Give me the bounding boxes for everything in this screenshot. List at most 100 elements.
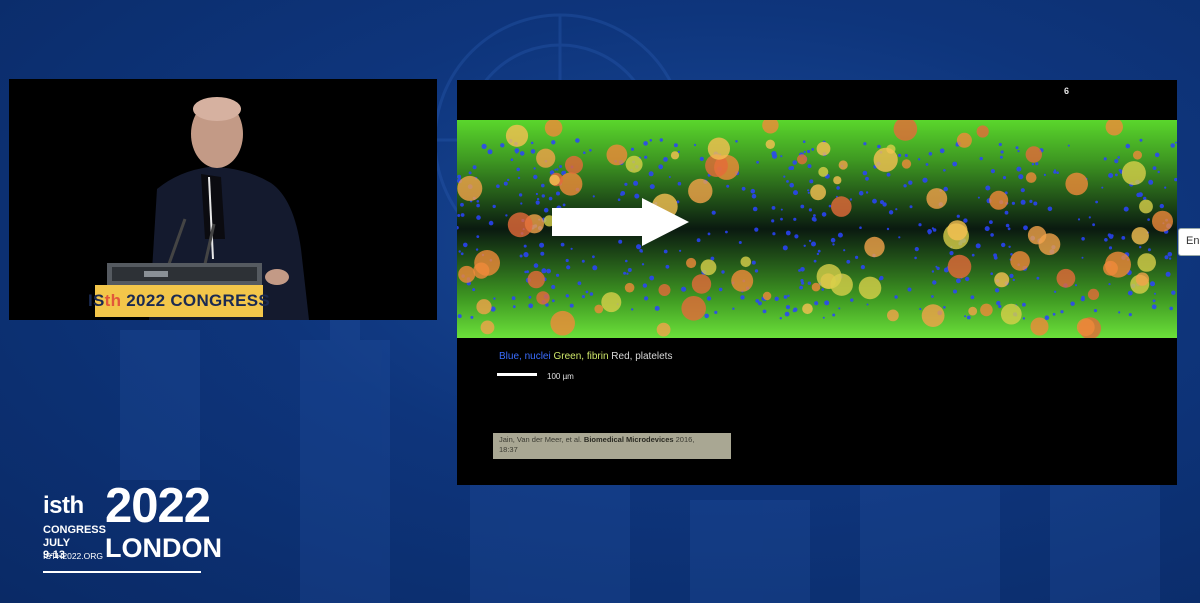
microscopy-image	[457, 120, 1177, 338]
nucleus-dot	[1011, 201, 1016, 205]
nucleus-dot	[1152, 166, 1157, 170]
nucleus-dot	[863, 142, 867, 146]
nucleus-dot	[811, 148, 815, 151]
nucleus-dot	[813, 214, 816, 217]
speaker-video-feed: IS th 2022 CONGRESS	[9, 79, 437, 320]
nucleus-dot	[830, 237, 836, 243]
nucleus-dot	[1157, 170, 1160, 174]
nucleus-dot	[668, 176, 671, 178]
platelet-aggregate	[565, 155, 583, 174]
nucleus-dot	[589, 149, 592, 152]
nucleus-dot	[626, 272, 629, 275]
nucleus-dot	[750, 188, 756, 194]
nucleus-dot	[577, 281, 582, 286]
nucleus-dot	[846, 259, 851, 264]
nucleus-dot	[965, 276, 970, 282]
nucleus-dot	[953, 289, 957, 294]
nucleus-dot	[1004, 210, 1009, 215]
nucleus-dot	[726, 184, 730, 188]
nucleus-dot	[1103, 157, 1107, 161]
nucleus-dot	[476, 215, 481, 220]
nucleus-dot	[1074, 284, 1078, 287]
nucleus-dot	[977, 196, 980, 199]
nucleus-dot	[917, 158, 921, 161]
nucleus-dot	[512, 305, 516, 309]
platelet-aggregate	[838, 160, 848, 170]
nucleus-dot	[786, 180, 789, 183]
nucleus-dot	[714, 310, 718, 314]
nucleus-dot	[771, 206, 776, 210]
nucleus-dot	[1168, 257, 1172, 260]
nucleus-dot	[821, 212, 827, 217]
nucleus-dot	[1152, 299, 1156, 303]
nucleus-dot	[779, 317, 782, 320]
nucleus-dot	[583, 151, 586, 154]
nucleus-dot	[592, 195, 595, 198]
nucleus-dot	[975, 243, 981, 249]
nucleus-dot	[1095, 200, 1098, 204]
nucleus-dot	[877, 144, 881, 149]
nucleus-dot	[774, 296, 779, 301]
nucleus-dot	[809, 179, 814, 184]
nucleus-dot	[518, 193, 523, 197]
nucleus-dot	[813, 259, 817, 263]
platelet-aggregate	[802, 303, 813, 315]
nucleus-dot	[756, 160, 759, 164]
platelet-aggregate	[480, 320, 495, 335]
nucleus-dot	[1000, 150, 1004, 154]
platelet-aggregate	[681, 296, 706, 321]
nucleus-dot	[1136, 192, 1141, 198]
nucleus-dot	[1154, 292, 1156, 295]
nucleus-dot	[458, 250, 461, 253]
nucleus-dot	[918, 223, 922, 227]
nucleus-dot	[492, 204, 496, 209]
nucleus-dot	[663, 157, 668, 162]
platelet-aggregate	[1131, 227, 1149, 245]
nucleus-dot	[793, 190, 798, 196]
nucleus-dot	[771, 219, 775, 223]
nucleus-dot	[1147, 248, 1151, 252]
nucleus-dot	[838, 307, 841, 310]
platelet-aggregate	[947, 254, 972, 279]
nucleus-dot	[1154, 152, 1160, 158]
logo-city: LONDON	[105, 533, 222, 563]
nucleus-dot	[757, 301, 762, 306]
podium-sign: IS th 2022 CONGRESS	[88, 285, 270, 317]
nucleus-dot	[1053, 290, 1057, 293]
language-tab[interactable]: En	[1178, 228, 1200, 256]
nucleus-dot	[1150, 281, 1155, 287]
nucleus-dot	[922, 177, 928, 183]
platelet-aggregate	[550, 310, 575, 336]
nucleus-dot	[836, 186, 840, 190]
nucleus-dot	[807, 191, 810, 194]
nucleus-dot	[659, 138, 663, 142]
nucleus-dot	[832, 313, 836, 317]
nucleus-dot	[1170, 143, 1175, 148]
nucleus-dot	[1002, 176, 1007, 180]
nucleus-dot	[472, 288, 476, 292]
nucleus-dot	[1018, 174, 1024, 180]
nucleus-dot	[903, 184, 907, 188]
nucleus-dot	[1023, 225, 1028, 231]
nucleus-dot	[570, 247, 573, 250]
nucleus-dot	[1044, 315, 1050, 320]
platelet-aggregate	[901, 159, 912, 169]
platelet-aggregate	[1000, 303, 1022, 325]
nucleus-dot	[562, 203, 566, 207]
nucleus-dot	[523, 252, 529, 258]
nucleus-dot	[699, 156, 704, 161]
citation-suffix: 2016,	[675, 435, 695, 444]
nucleus-dot	[530, 141, 534, 145]
nucleus-dot	[457, 314, 462, 319]
nucleus-dot	[780, 217, 783, 221]
nucleus-dot	[828, 204, 832, 208]
nucleus-dot	[516, 167, 520, 172]
nucleus-dot	[679, 249, 682, 252]
nucleus-dot	[551, 299, 555, 303]
platelet-aggregate	[594, 304, 604, 314]
nucleus-dot	[1022, 317, 1026, 320]
nucleus-dot	[803, 150, 806, 154]
platelet-aggregate	[1135, 272, 1150, 286]
nucleus-dot	[1167, 252, 1173, 257]
nucleus-dot	[556, 191, 560, 196]
